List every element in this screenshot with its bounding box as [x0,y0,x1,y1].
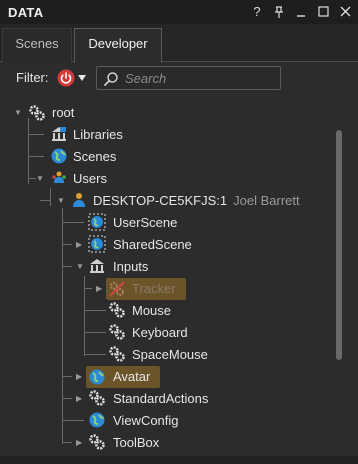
expand-arrow-icon[interactable]: ▼ [36,174,44,184]
tree-line [84,310,106,311]
tree-line [62,266,72,267]
tree-line [62,376,72,377]
search-input[interactable] [125,68,275,88]
search-icon [104,72,118,86]
user-icon [73,193,85,207]
tab-developer[interactable]: Developer [74,28,162,63]
expand-arrow-icon[interactable]: ▼ [76,262,84,272]
expand-arrow-icon[interactable]: ▼ [14,108,22,118]
scene-globe-icon [88,235,106,253]
library-icon [90,259,104,273]
globe-icon [51,148,67,164]
tree-line [62,222,84,223]
gears-icon [109,324,125,340]
bottom-edge [0,456,358,464]
tree-line [62,420,84,421]
title-bar: DATA ? [0,0,358,24]
user-name: Joel Barrett [233,193,300,208]
vertical-scrollbar[interactable] [336,130,342,360]
tree-line [28,156,44,157]
library-icon [52,127,66,141]
minimize-icon[interactable] [292,3,310,21]
tree-line [50,188,51,206]
help-button[interactable]: ? [248,3,266,21]
expand-arrow-icon[interactable]: ▶ [76,372,82,382]
tree-line [28,178,36,179]
globe-icon [89,369,105,385]
close-icon[interactable] [336,3,354,21]
tree-item-desktop[interactable]: DESKTOP-CE5KFJS:1 Joel Barrett [93,190,300,212]
tree-line [84,288,92,289]
tree-line [84,354,106,355]
gears-icon [89,434,105,450]
gears-icon [109,302,125,318]
expand-arrow-icon[interactable]: ▶ [76,438,82,448]
expand-arrow-icon[interactable]: ▶ [96,284,102,294]
scene-globe-icon [88,213,106,231]
tree-line [28,134,44,135]
gears-icon [89,390,105,406]
tree-line [40,200,50,201]
expand-arrow-icon[interactable]: ▶ [76,240,82,250]
tracker-icon [109,281,125,297]
chevron-down-icon[interactable] [77,74,87,82]
tree-line [62,442,72,443]
filter-label: Filter: [16,70,49,85]
expand-arrow-icon[interactable]: ▼ [57,196,65,206]
tree-line [28,118,29,184]
globe-icon [89,412,105,428]
maximize-icon[interactable] [314,3,332,21]
users-icon [52,171,66,183]
tree-line [62,244,72,245]
tree-item-tracker[interactable]: Tracker [106,278,186,300]
gears-icon [109,346,125,362]
tree-item-avatar[interactable]: Avatar [86,366,160,388]
gears-icon [29,105,45,121]
expand-arrow-icon[interactable]: ▶ [76,394,82,404]
tree-line [84,332,106,333]
pin-icon[interactable] [270,3,288,21]
search-field[interactable] [96,66,281,90]
tree-line [62,398,72,399]
scene-tree: ▼ root Libraries Scenes ▼ Users ▼ DESKTO… [14,105,300,450]
power-icon[interactable] [57,69,75,87]
tab-scenes[interactable]: Scenes [2,28,72,62]
window-title: DATA [8,5,44,20]
